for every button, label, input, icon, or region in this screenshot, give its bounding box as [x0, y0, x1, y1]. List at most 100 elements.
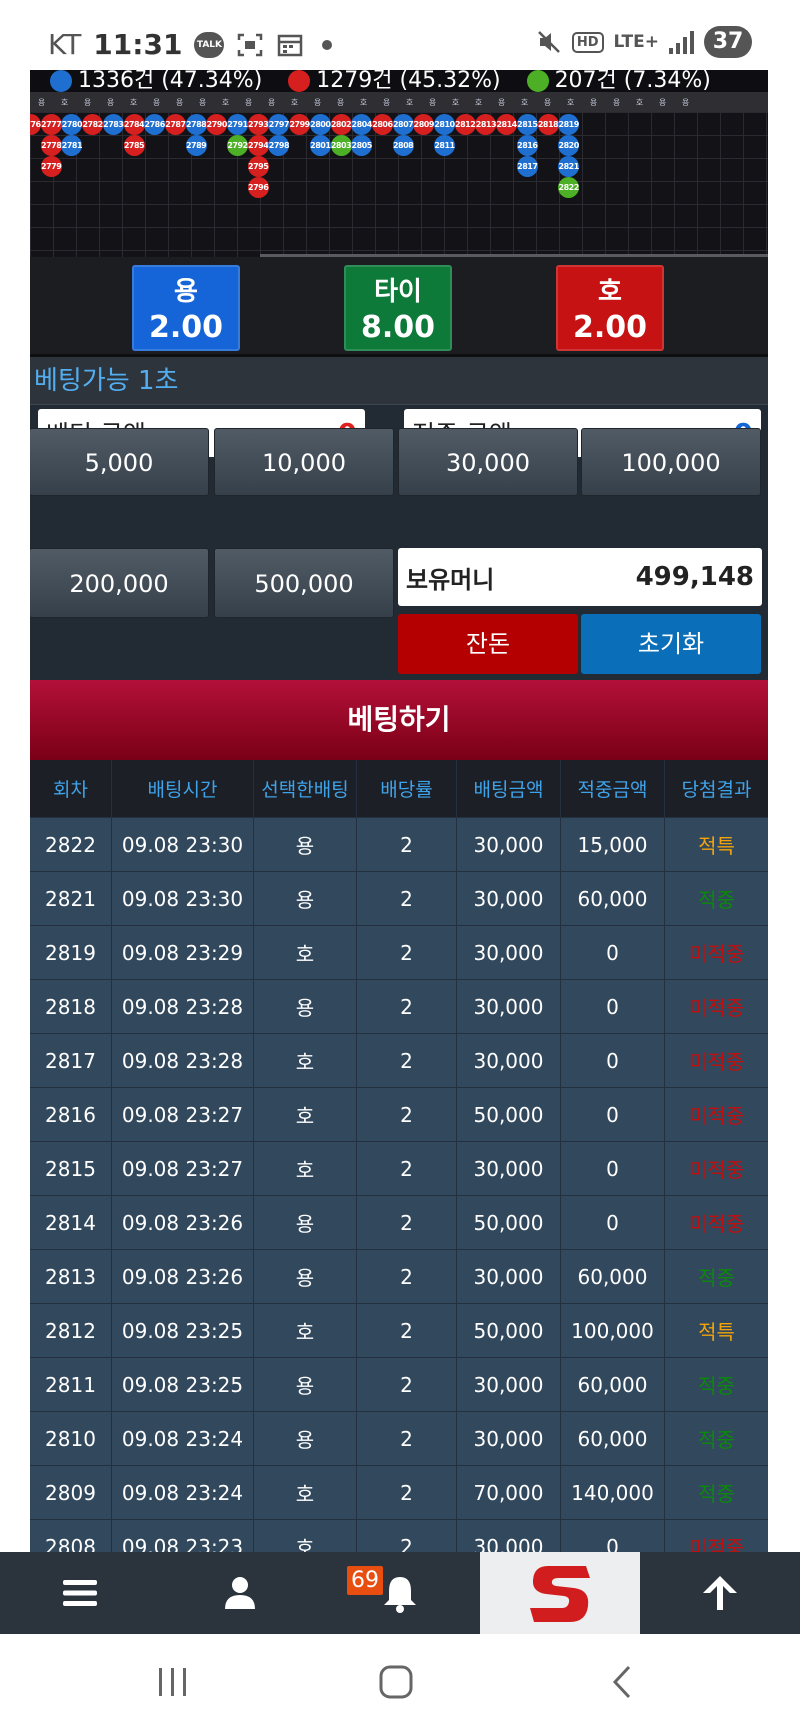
roadmap-header-cell: 호 [129, 97, 138, 107]
cell-win-amount: 0 [561, 1520, 665, 1552]
cell-result: 적중 [698, 1428, 735, 1452]
bet-tie-odd: 8.00 [360, 310, 436, 345]
roadmap-bead: 2808 [392, 135, 414, 156]
user-icon [225, 1577, 255, 1609]
roadmap-bead: 2818 [537, 114, 559, 135]
cell-choice: 용 [254, 1250, 357, 1303]
roadmap-bead: 2803 [330, 135, 352, 156]
reset-button[interactable]: 초기화 [581, 614, 761, 674]
roadmap-bead: 2788 [185, 114, 207, 135]
cell-choice: 호 [254, 1466, 357, 1519]
roadmap-header-cell: 용 [175, 97, 184, 107]
back-icon[interactable] [605, 1664, 641, 1700]
table-row: 2818 09.08 23:28 용 2 30,000 0 미적중 [30, 980, 768, 1034]
cell-odds: 2 [357, 1358, 457, 1411]
roadmap-header-cell: 용 [198, 97, 207, 107]
cell-time: 09.08 23:28 [112, 980, 254, 1033]
cell-round: 2811 [30, 1358, 112, 1411]
cell-bet-amount: 70,000 [457, 1466, 561, 1519]
cell-win-amount: 60,000 [561, 1358, 665, 1411]
cell-win-amount: 0 [561, 1034, 665, 1087]
col-bet-amount: 배팅금액 [457, 760, 561, 817]
cell-win-amount: 60,000 [561, 1250, 665, 1303]
recent-apps-icon[interactable] [155, 1664, 191, 1700]
scroll-top-button[interactable] [680, 1552, 760, 1634]
bet-history-table: 회차 배팅시간 선택한배팅 배당률 배팅금액 적중금액 당첨결과 2822 09.… [30, 760, 768, 1552]
menu-button[interactable] [40, 1552, 120, 1634]
cell-choice: 용 [254, 1358, 357, 1411]
stat-item: 1336건 (47.34%) [50, 70, 262, 92]
cell-odds: 2 [357, 1142, 457, 1195]
cell-win-amount: 140,000 [561, 1466, 665, 1519]
stat-label: 207건 (7.34%) [554, 70, 711, 92]
cell-round: 2816 [30, 1088, 112, 1141]
roadmap-header-cell: 호 [474, 97, 483, 107]
table-row: 2813 09.08 23:26 용 2 30,000 60,000 적중 [30, 1250, 768, 1304]
carrier-label: KT [48, 28, 82, 61]
bell-icon [384, 1577, 416, 1613]
chip-100000-button[interactable]: 100,000 [581, 428, 761, 496]
chip-5000-button[interactable]: 5,000 [30, 428, 209, 496]
col-odds: 배당률 [357, 760, 457, 817]
bet-dragon-odd: 2.00 [148, 310, 224, 345]
cell-bet-amount: 30,000 [457, 818, 561, 871]
col-result: 당첨결과 [681, 779, 752, 801]
balance-value: 499,148 [635, 562, 754, 592]
cell-odds: 2 [357, 872, 457, 925]
cell-time: 09.08 23:27 [112, 1088, 254, 1141]
bet-dragon-button[interactable]: 용 2.00 [132, 265, 240, 351]
system-nav-bar [0, 1634, 800, 1734]
signal-icon [669, 30, 694, 54]
table-row: 2808 09.08 23:23 호 2 30,000 0 미적중 [30, 1520, 768, 1552]
roadmap-bead: 2819 [558, 114, 579, 135]
bet-tiger-odd: 2.00 [572, 310, 648, 345]
site-logo-icon [530, 1566, 590, 1622]
roadmap-bead: 2815 [516, 114, 538, 135]
cell-choice: 호 [254, 1304, 357, 1357]
chip-500000-button[interactable]: 500,000 [214, 548, 394, 618]
lte-icon: LTE+ [613, 32, 659, 52]
kakaotalk-icon: TALK [194, 31, 225, 58]
cell-choice: 호 [254, 1034, 357, 1087]
cell-time: 09.08 23:26 [112, 1250, 254, 1303]
change-button[interactable]: 잔돈 [398, 614, 578, 674]
cell-bet-amount: 50,000 [457, 1196, 561, 1249]
table-row: 2815 09.08 23:27 호 2 30,000 0 미적중 [30, 1142, 768, 1196]
place-bet-button[interactable]: 베팅하기 [30, 680, 768, 760]
home-icon[interactable] [378, 1664, 414, 1700]
cell-odds: 2 [357, 1304, 457, 1357]
chip-200000-button[interactable]: 200,000 [30, 548, 209, 618]
profile-button[interactable] [200, 1552, 280, 1634]
roadmap-bead: 2809 [413, 114, 434, 135]
cell-round: 2818 [30, 980, 112, 1033]
roadmap-header: 용호용용호용용용호용용호용용호용호용호호용호용호용용호용용 [30, 92, 768, 112]
col-round: 회차 [30, 760, 112, 817]
cell-win-amount: 100,000 [561, 1304, 665, 1357]
roadmap-bead: 2785 [123, 135, 145, 156]
roadmap-header-cell: 호 [60, 97, 69, 107]
cell-round: 2822 [30, 818, 112, 871]
roadmap-header-cell: 호 [451, 97, 460, 107]
bet-available-timer: 베팅가능 1초 [30, 357, 768, 405]
balance-box: 보유머니 499,148 [398, 548, 762, 606]
stat-label: 1279건 (45.32%) [316, 70, 501, 92]
chip-30000-button[interactable]: 30,000 [398, 428, 578, 496]
roadmap-bead: 2816 [516, 135, 538, 156]
cell-choice: 호 [254, 926, 357, 979]
chip-10000-button[interactable]: 10,000 [214, 428, 394, 496]
status-bar-left: KT 11:31 TALK [48, 28, 333, 61]
roadmap-bead: 2787 [164, 114, 186, 135]
cell-round: 2808 [30, 1520, 112, 1552]
roadmap-bead: 2810 [434, 114, 455, 135]
logo-button[interactable] [480, 1552, 640, 1634]
roadmap[interactable]: 용호용용호용용용호용용호용용호용호용호호용호용호용용호용용 2776277727… [30, 92, 768, 257]
bet-tie-button[interactable]: 타이 8.00 [344, 265, 452, 351]
table-row: 2822 09.08 23:30 용 2 30,000 15,000 적특 [30, 818, 768, 872]
cell-result: 적중 [698, 888, 735, 912]
roadmap-bead: 2800 [309, 114, 331, 135]
bet-tiger-button[interactable]: 호 2.00 [556, 265, 664, 351]
cell-result: 미적중 [688, 1536, 745, 1552]
cell-choice: 용 [254, 872, 357, 925]
table-row: 2816 09.08 23:27 호 2 50,000 0 미적중 [30, 1088, 768, 1142]
roadmap-header-cell: 용 [497, 97, 506, 107]
